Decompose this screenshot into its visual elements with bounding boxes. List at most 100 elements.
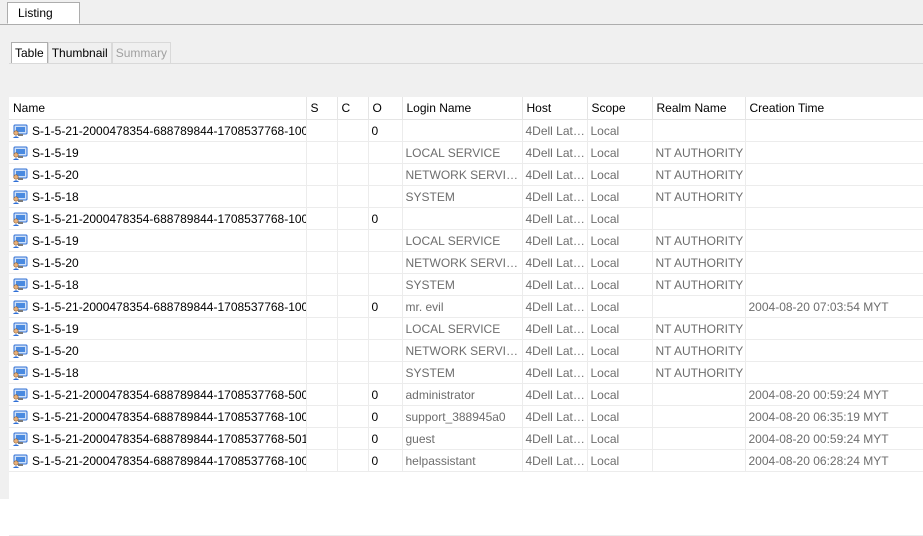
- name-cell-content: S-1-5-19: [12, 145, 305, 160]
- cell-name: S-1-5-21-2000478354-688789844-1708537768…: [9, 449, 307, 472]
- table-row[interactable]: S-1-5-20 NETWORK SERVICE 4Dell Latit... Loc…: [9, 251, 923, 274]
- cell-realm-name: NT AUTHORITY: [652, 339, 746, 362]
- cell-s: [306, 317, 338, 340]
- account-sid: S-1-5-21-2000478354-688789844-1708537768…: [32, 387, 306, 402]
- cell-scope: Local: [587, 229, 653, 252]
- top-tab-bar: Listing: [0, 0, 923, 25]
- cell-scope: Local: [587, 119, 653, 142]
- column-header-scope[interactable]: Scope: [587, 97, 653, 120]
- table-row[interactable]: S-1-5-21-2000478354-688789844-1708537768…: [9, 405, 923, 428]
- cell-o: 0: [368, 449, 403, 472]
- cell-name: S-1-5-20: [9, 251, 307, 274]
- user-account-icon: [12, 168, 28, 182]
- view-tabs: Table Thumbnail Summary: [11, 42, 172, 64]
- cell-o: [368, 361, 403, 384]
- cell-name: S-1-5-18: [9, 361, 307, 384]
- cell-realm-name: [652, 427, 746, 450]
- table-row[interactable]: S-1-5-21-2000478354-688789844-1708537768…: [9, 427, 923, 450]
- cell-name: S-1-5-20: [9, 163, 307, 186]
- cell-creation-time: [745, 207, 923, 230]
- cell-creation-time: [745, 339, 923, 362]
- cell-s: [306, 119, 338, 142]
- name-cell-content: S-1-5-21-2000478354-688789844-1708537768…: [12, 124, 305, 138]
- table-row[interactable]: S-1-5-19 LOCAL SERVICE 4Dell Latit... Local…: [9, 229, 923, 252]
- cell-c: [337, 229, 369, 252]
- table-row[interactable]: S-1-5-21-2000478354-688789844-1708537768…: [9, 119, 923, 142]
- table-row[interactable]: S-1-5-21-2000478354-688789844-1708537768…: [9, 449, 923, 472]
- cell-o: [368, 163, 403, 186]
- table-row[interactable]: S-1-5-18 SYSTEM 4Dell Latit... Local NT AUTH…: [9, 273, 923, 296]
- cell-login-name: NETWORK SERVICE: [402, 163, 523, 186]
- table-row[interactable]: S-1-5-20 NETWORK SERVICE 4Dell Latit... Loc…: [9, 339, 923, 362]
- cell-name: S-1-5-19: [9, 317, 307, 340]
- cell-scope: Local: [587, 449, 653, 472]
- user-account-icon: [12, 212, 28, 226]
- cell-login-name: mr. evil: [402, 295, 523, 318]
- cell-s: [306, 207, 338, 230]
- cell-realm-name: [652, 295, 746, 318]
- column-header-host[interactable]: Host: [522, 97, 588, 120]
- user-account-icon: [12, 432, 28, 446]
- account-sid: S-1-5-19: [32, 233, 79, 248]
- cell-host: 4Dell Latit...: [522, 119, 588, 142]
- column-header-s[interactable]: S: [306, 97, 338, 120]
- cell-s: [306, 229, 338, 252]
- cell-login-name: guest: [402, 427, 523, 450]
- cell-o: [368, 141, 403, 164]
- cell-creation-time: [745, 141, 923, 164]
- table-row[interactable]: S-1-5-21-2000478354-688789844-1708537768…: [9, 207, 923, 230]
- cell-host: 4Dell Latit...: [522, 251, 588, 274]
- results-table: Name S C O Login Name Host Scope Realm Name Crea…: [9, 97, 923, 472]
- account-sid: S-1-5-19: [32, 145, 79, 160]
- cell-o: 0: [368, 405, 403, 428]
- cell-host: 4Dell Latit...: [522, 427, 588, 450]
- table-row[interactable]: S-1-5-18 SYSTEM 4Dell Latit... Local NT AUTH…: [9, 361, 923, 384]
- column-header-c[interactable]: C: [337, 97, 369, 120]
- table-row[interactable]: S-1-5-20 NETWORK SERVICE 4Dell Latit... Loc…: [9, 163, 923, 186]
- tab-thumbnail[interactable]: Thumbnail: [47, 42, 112, 64]
- cell-s: [306, 141, 338, 164]
- user-account-icon: [12, 344, 28, 358]
- column-header-login-name[interactable]: Login Name: [402, 97, 523, 120]
- cell-login-name: LOCAL SERVICE: [402, 317, 523, 340]
- cell-o: [368, 251, 403, 274]
- cell-login-name: administrator: [402, 383, 523, 406]
- column-header-o[interactable]: O: [368, 97, 403, 120]
- cell-c: [337, 119, 369, 142]
- user-account-icon: [12, 300, 28, 314]
- table-row[interactable]: S-1-5-18 SYSTEM 4Dell Latit... Local NT AUTH…: [9, 185, 923, 208]
- account-sid: S-1-5-21-2000478354-688789844-1708537768…: [32, 299, 306, 314]
- column-header-realm-name[interactable]: Realm Name: [652, 97, 746, 120]
- cell-login-name: helpassistant: [402, 449, 523, 472]
- cell-name: S-1-5-21-2000478354-688789844-1708537768…: [9, 207, 307, 230]
- cell-name: S-1-5-21-2000478354-688789844-1708537768…: [9, 295, 307, 318]
- cell-o: 0: [368, 119, 403, 142]
- account-sid: S-1-5-21-2000478354-688789844-1708537768…: [32, 211, 306, 226]
- column-header-creation-time[interactable]: Creation Time: [745, 97, 923, 120]
- cell-o: 0: [368, 427, 403, 450]
- cell-scope: Local: [587, 405, 653, 428]
- name-cell-content: S-1-5-18: [12, 366, 305, 380]
- account-sid: S-1-5-20: [32, 255, 79, 270]
- cell-host: 4Dell Latit...: [522, 207, 588, 230]
- table-row[interactable]: S-1-5-21-2000478354-688789844-1708537768…: [9, 295, 923, 318]
- cell-name: S-1-5-19: [9, 141, 307, 164]
- cell-login-name: SYSTEM: [402, 273, 523, 296]
- cell-c: [337, 295, 369, 318]
- cell-login-name: NETWORK SERVICE: [402, 339, 523, 362]
- user-account-icon: [12, 190, 28, 204]
- tab-listing[interactable]: Listing: [7, 2, 80, 24]
- cell-name: S-1-5-21-2000478354-688789844-1708537768…: [9, 405, 307, 428]
- tab-table[interactable]: Table: [11, 42, 48, 64]
- column-header-name[interactable]: Name: [9, 97, 307, 120]
- cell-creation-time: [745, 185, 923, 208]
- table-row[interactable]: S-1-5-19 LOCAL SERVICE 4Dell Latit... Local…: [9, 141, 923, 164]
- table-row[interactable]: S-1-5-21-2000478354-688789844-1708537768…: [9, 383, 923, 406]
- cell-realm-name: [652, 207, 746, 230]
- table-header-row: Name S C O Login Name Host Scope Realm Name Crea…: [9, 97, 923, 120]
- user-account-icon: [12, 366, 28, 380]
- cell-s: [306, 383, 338, 406]
- table-row[interactable]: S-1-5-19 LOCAL SERVICE 4Dell Latit... Local…: [9, 317, 923, 340]
- cell-scope: Local: [587, 427, 653, 450]
- tab-summary: Summary: [111, 42, 172, 64]
